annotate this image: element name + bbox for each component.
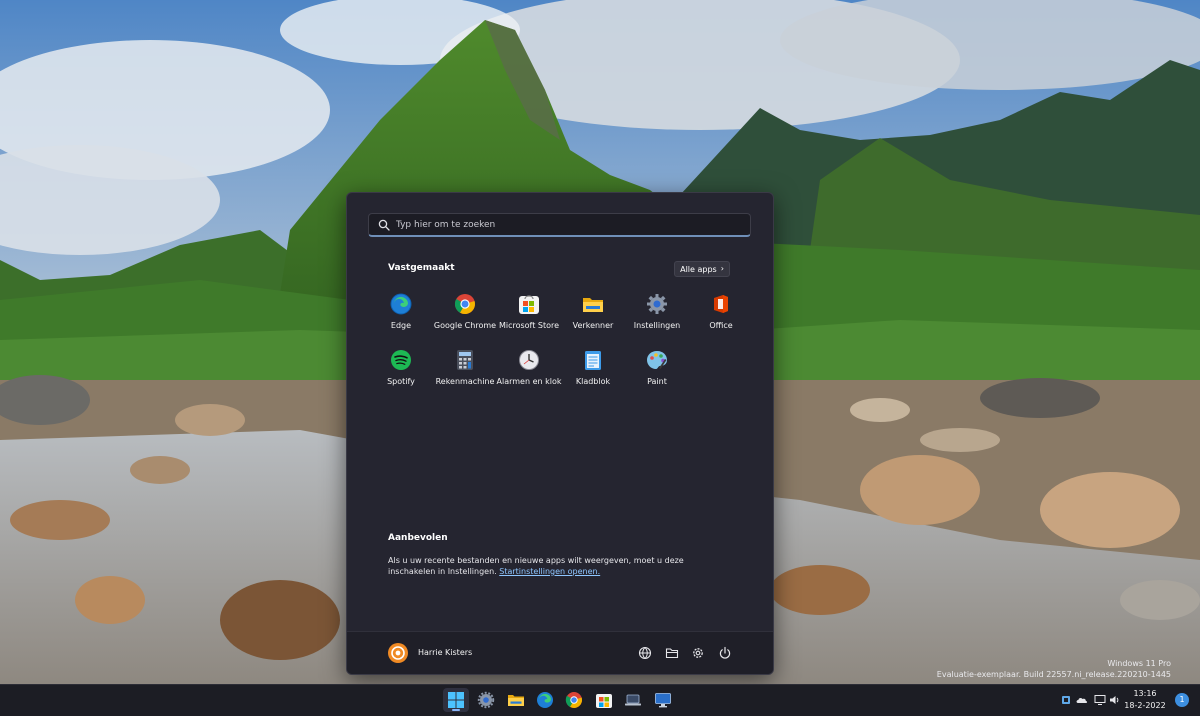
search-input[interactable] (396, 219, 750, 230)
gear-icon (646, 293, 668, 315)
pinned-app-paint[interactable]: Paint (625, 347, 689, 403)
calculator-icon (454, 349, 476, 371)
notification-badge[interactable]: 1 (1175, 693, 1189, 707)
start-menu: Vastgemaakt Alle apps › Edge Google Chro… (346, 192, 774, 675)
app-label: Edge (390, 321, 412, 330)
paint-icon (646, 349, 668, 371)
power-button[interactable] (717, 645, 733, 661)
tray-chip-icon[interactable] (1060, 694, 1072, 706)
pinned-app-kladblok[interactable]: Kladblok (561, 347, 625, 403)
settings-icon (477, 691, 495, 709)
pinned-app-chrome[interactable]: Google Chrome (433, 291, 497, 347)
search-box[interactable] (368, 213, 751, 237)
pinned-app-verkenner[interactable]: Verkenner (561, 291, 625, 347)
taskbar-file-explorer[interactable] (503, 688, 529, 712)
clock-icon (518, 349, 540, 371)
file-explorer-button[interactable] (664, 645, 680, 661)
pinned-app-edge[interactable]: Edge (369, 291, 433, 347)
app-label: Microsoft Store (498, 321, 560, 330)
chrome-icon (454, 293, 476, 315)
search-icon (378, 219, 390, 231)
app-label: Verkenner (572, 321, 614, 330)
app-label: Google Chrome (433, 321, 497, 330)
store-icon (518, 293, 540, 315)
taskbar-edge[interactable] (532, 688, 558, 712)
pinned-app-rekenmachine[interactable]: Rekenmachine (433, 347, 497, 403)
chrome-icon (565, 692, 582, 708)
notepad-icon (582, 349, 604, 371)
taskbar-settings[interactable] (473, 688, 499, 712)
watermark-edition: Windows 11 Pro (1107, 659, 1171, 668)
file-explorer-icon (665, 648, 679, 659)
store-icon (596, 694, 612, 708)
clock-date: 18-2-2022 (1124, 701, 1166, 710)
pinned-app-instellingen[interactable]: Instellingen (625, 291, 689, 347)
start-menu-footer: Harrie Kisters (347, 631, 773, 674)
app-label: Kladblok (575, 377, 611, 386)
taskbar-chrome[interactable] (561, 688, 587, 712)
folder-icon (582, 293, 604, 315)
taskbar: 13:16 18-2-2022 1 (0, 684, 1200, 716)
edge-icon (390, 293, 412, 315)
onedrive-icon[interactable] (1076, 694, 1088, 706)
clock-time: 13:16 (1133, 689, 1157, 698)
recommended-section-title: Aanbevolen (388, 533, 448, 543)
spotify-icon (390, 349, 412, 371)
power-icon (719, 646, 731, 659)
pinned-app-office[interactable]: Office (689, 291, 753, 347)
network-icon (638, 646, 652, 660)
app-label: Instellingen (633, 321, 681, 330)
watermark-build: Evaluatie-exemplaar. Build 22557.ni_rele… (936, 670, 1171, 679)
app-label: Spotify (387, 377, 415, 386)
laptop-icon (625, 694, 641, 706)
pinned-app-spotify[interactable]: Spotify (369, 347, 433, 403)
taskbar-store[interactable] (591, 688, 617, 712)
file-explorer-icon (508, 695, 524, 706)
app-label: Alarmen en klok (496, 377, 562, 386)
pinned-apps-grid: Edge Google Chrome Microsoft Store Verke… (369, 291, 754, 403)
user-avatar-icon[interactable] (388, 643, 408, 663)
taskbar-laptop-app[interactable] (620, 688, 646, 712)
chevron-right-icon: › (720, 264, 724, 273)
office-icon (710, 293, 732, 315)
app-label: Paint (647, 377, 667, 386)
recommended-message: Als u uw recente bestanden en nieuwe app… (388, 555, 728, 577)
taskbar-start-button[interactable] (443, 688, 469, 712)
edge-icon (537, 692, 553, 708)
windows-watermark: Windows 11 Pro Evaluatie-exemplaar. Buil… (937, 658, 1171, 680)
network-button[interactable] (637, 645, 653, 661)
windows-start-icon (448, 692, 464, 708)
all-apps-label: Alle apps (680, 264, 717, 274)
app-label: Rekenmachine (435, 377, 495, 386)
remote-desktop-icon (655, 693, 671, 708)
app-label: Office (709, 321, 733, 330)
taskbar-remote-desktop[interactable] (650, 688, 676, 712)
all-apps-button[interactable]: Alle apps › (674, 261, 730, 277)
pinned-app-microsoft-store[interactable]: Microsoft Store (497, 291, 561, 347)
settings-button[interactable] (690, 645, 706, 661)
pinned-app-alarmen-en-klok[interactable]: Alarmen en klok (496, 347, 562, 403)
network-icon[interactable] (1094, 694, 1106, 706)
settings-icon (693, 648, 703, 658)
pinned-section-title: Vastgemaakt (388, 263, 455, 273)
user-name[interactable]: Harrie Kisters (418, 648, 472, 657)
volume-icon[interactable] (1109, 694, 1121, 706)
start-settings-link[interactable]: Startinstellingen openen. (499, 567, 600, 576)
taskbar-clock[interactable]: 13:16 18-2-2022 (1124, 688, 1166, 712)
